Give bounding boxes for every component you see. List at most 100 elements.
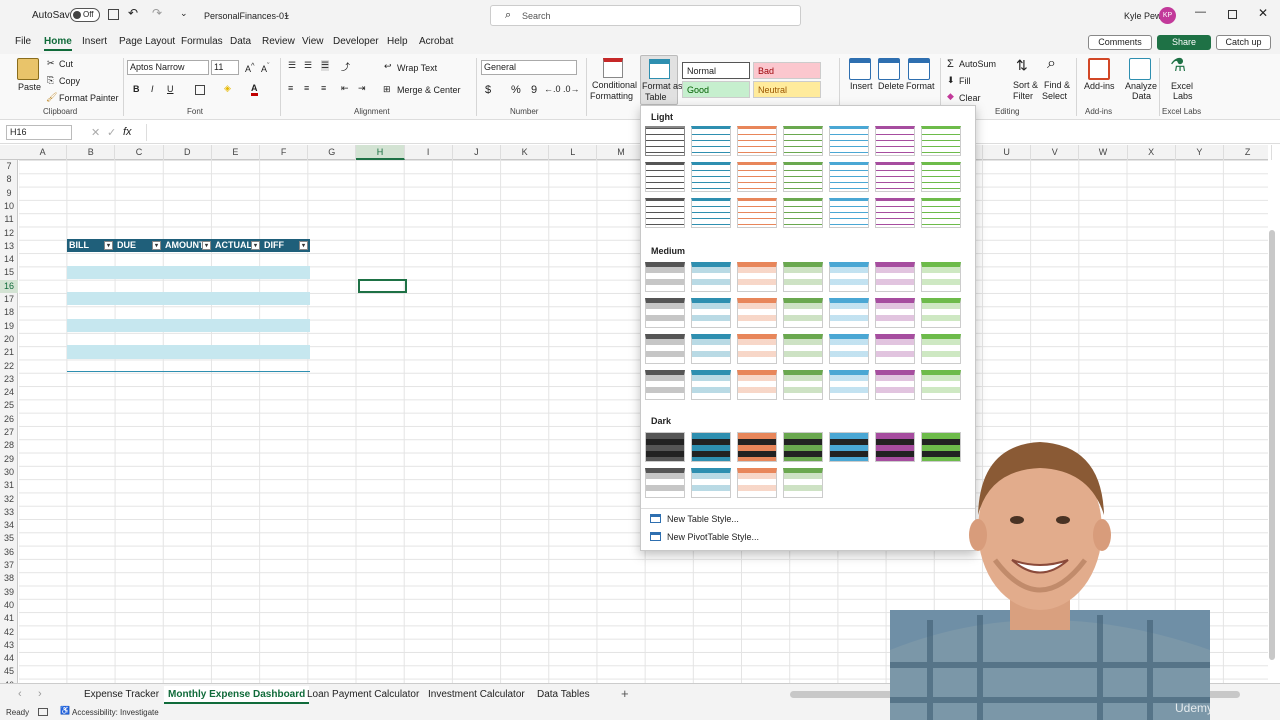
macro-record-icon[interactable] (38, 708, 48, 716)
scroll-left-icon[interactable]: ‹ (18, 688, 22, 700)
table-style-light[interactable] (783, 198, 823, 228)
enter-icon[interactable]: ✓ (107, 126, 116, 139)
row-header[interactable]: 8 (0, 173, 18, 186)
table-row[interactable] (67, 292, 310, 306)
table-row[interactable] (67, 332, 310, 345)
style-good[interactable]: Good (682, 81, 750, 98)
close-icon[interactable]: ✕ (1258, 6, 1268, 20)
row-header[interactable]: 22 (0, 360, 18, 373)
tab-page-layout[interactable]: Page Layout (119, 36, 175, 47)
percent-button[interactable]: % (511, 84, 521, 96)
style-neutral[interactable]: Neutral (753, 81, 821, 98)
tab-formulas[interactable]: Formulas (181, 36, 223, 47)
row-header[interactable]: 41 (0, 612, 18, 625)
row-header[interactable]: 34 (0, 519, 18, 532)
table-style-light[interactable] (783, 126, 823, 156)
save-icon[interactable] (108, 9, 119, 20)
cancel-icon[interactable]: ✕ (91, 126, 100, 139)
format-cells-icon[interactable] (908, 58, 930, 80)
column-header[interactable]: C (115, 145, 164, 160)
table-style-dark[interactable] (645, 432, 685, 462)
header-diff[interactable]: DIFF ▾ (262, 239, 310, 252)
column-header[interactable]: W (1079, 145, 1128, 160)
increase-decimal-icon[interactable]: ←.0 (544, 84, 561, 94)
copy-button[interactable]: Copy (59, 76, 80, 86)
font-color-icon[interactable]: A (251, 83, 258, 96)
table-style-medium[interactable] (691, 370, 731, 400)
table-style-dark[interactable] (783, 468, 823, 498)
row-header[interactable]: 17 (0, 293, 18, 306)
font-size-select[interactable]: 11 (211, 60, 239, 75)
table-style-medium[interactable] (921, 262, 961, 292)
row-header[interactable]: 9 (0, 187, 18, 200)
format-painter-button[interactable]: Format Painter (59, 93, 119, 103)
wrap-text-button[interactable]: Wrap Text (397, 63, 437, 73)
sheet-tab-monthly-expense-dashboard[interactable]: Monthly Expense Dashboard (164, 686, 310, 704)
column-header[interactable]: Z (1224, 145, 1273, 160)
sort-filter-button[interactable]: Sort & (1013, 80, 1038, 90)
table-style-medium[interactable] (645, 262, 685, 292)
delete-cells-button[interactable]: Delete (878, 81, 904, 91)
row-header[interactable]: 16 (0, 279, 18, 293)
table-style-light[interactable] (829, 198, 869, 228)
column-header[interactable]: B (67, 145, 116, 160)
row-header[interactable]: 44 (0, 652, 18, 665)
filter-dropdown-icon[interactable]: ▾ (202, 241, 211, 250)
catchup-button[interactable]: Catch up (1216, 35, 1271, 50)
table-style-medium[interactable] (875, 370, 915, 400)
row-header[interactable]: 12 (0, 227, 18, 240)
table-style-dark[interactable] (691, 432, 731, 462)
header-actual[interactable]: ACTUAL ▾ (213, 239, 262, 252)
align-center-icon[interactable]: ≡ (304, 83, 309, 93)
accessibility-status[interactable]: Accessibility: Investigate (72, 708, 159, 717)
sheet-tab-investment-calculator[interactable]: Investment Calculator (428, 689, 525, 700)
row-header[interactable]: 40 (0, 599, 18, 612)
tab-developer[interactable]: Developer (333, 36, 379, 47)
addins-button[interactable]: Add-ins (1084, 81, 1115, 91)
table-style-light[interactable] (829, 162, 869, 192)
undo-icon[interactable]: ↶ (128, 6, 138, 20)
column-header[interactable]: I (405, 145, 453, 160)
row-header[interactable]: 43 (0, 639, 18, 652)
conditional-formatting-button[interactable]: Conditional (592, 80, 637, 90)
table-style-light[interactable] (645, 198, 685, 228)
row-header[interactable]: 11 (0, 213, 18, 226)
filter-dropdown-icon[interactable]: ▾ (299, 241, 308, 250)
excel-labs-button[interactable]: Excel (1171, 81, 1193, 91)
table-style-dark[interactable] (645, 468, 685, 498)
table-style-medium[interactable] (737, 262, 777, 292)
font-name-select[interactable]: Aptos Narrow (127, 60, 209, 75)
table-style-dark[interactable] (691, 468, 731, 498)
table-style-medium[interactable] (737, 334, 777, 364)
excel-labs-icon[interactable]: ⚗ (1170, 55, 1186, 76)
table-style-light[interactable] (921, 162, 961, 192)
table-style-light[interactable] (737, 198, 777, 228)
addins-icon[interactable] (1088, 58, 1110, 80)
vertical-scrollbar[interactable] (1269, 230, 1275, 660)
row-header[interactable]: 45 (0, 665, 18, 678)
table-row[interactable] (67, 345, 310, 359)
column-header[interactable]: H (356, 145, 405, 160)
row-header[interactable]: 20 (0, 333, 18, 346)
scroll-right-icon[interactable]: › (38, 688, 42, 700)
fill-color-icon[interactable]: ◈ (224, 83, 231, 94)
column-header[interactable]: M (597, 145, 646, 160)
table-style-medium[interactable] (737, 298, 777, 328)
table-style-medium[interactable] (921, 334, 961, 364)
column-header[interactable]: L (549, 145, 598, 160)
merge-center-button[interactable]: Merge & Center (397, 85, 461, 95)
row-header[interactable]: 25 (0, 399, 18, 412)
clear-button[interactable]: Clear (959, 93, 981, 103)
insert-cells-icon[interactable] (849, 58, 871, 80)
table-style-medium[interactable] (691, 334, 731, 364)
row-header[interactable]: 37 (0, 559, 18, 572)
sheet-tab-expense-tracker[interactable]: Expense Tracker (84, 689, 159, 700)
table-row[interactable] (67, 318, 310, 333)
table-style-light[interactable] (691, 198, 731, 228)
decrease-font-icon[interactable]: Aˇ (261, 61, 270, 74)
row-header[interactable]: 26 (0, 413, 18, 426)
row-header[interactable]: 31 (0, 479, 18, 492)
table-style-dark[interactable] (737, 468, 777, 498)
table-row[interactable] (67, 279, 310, 292)
table-style-light[interactable] (921, 198, 961, 228)
